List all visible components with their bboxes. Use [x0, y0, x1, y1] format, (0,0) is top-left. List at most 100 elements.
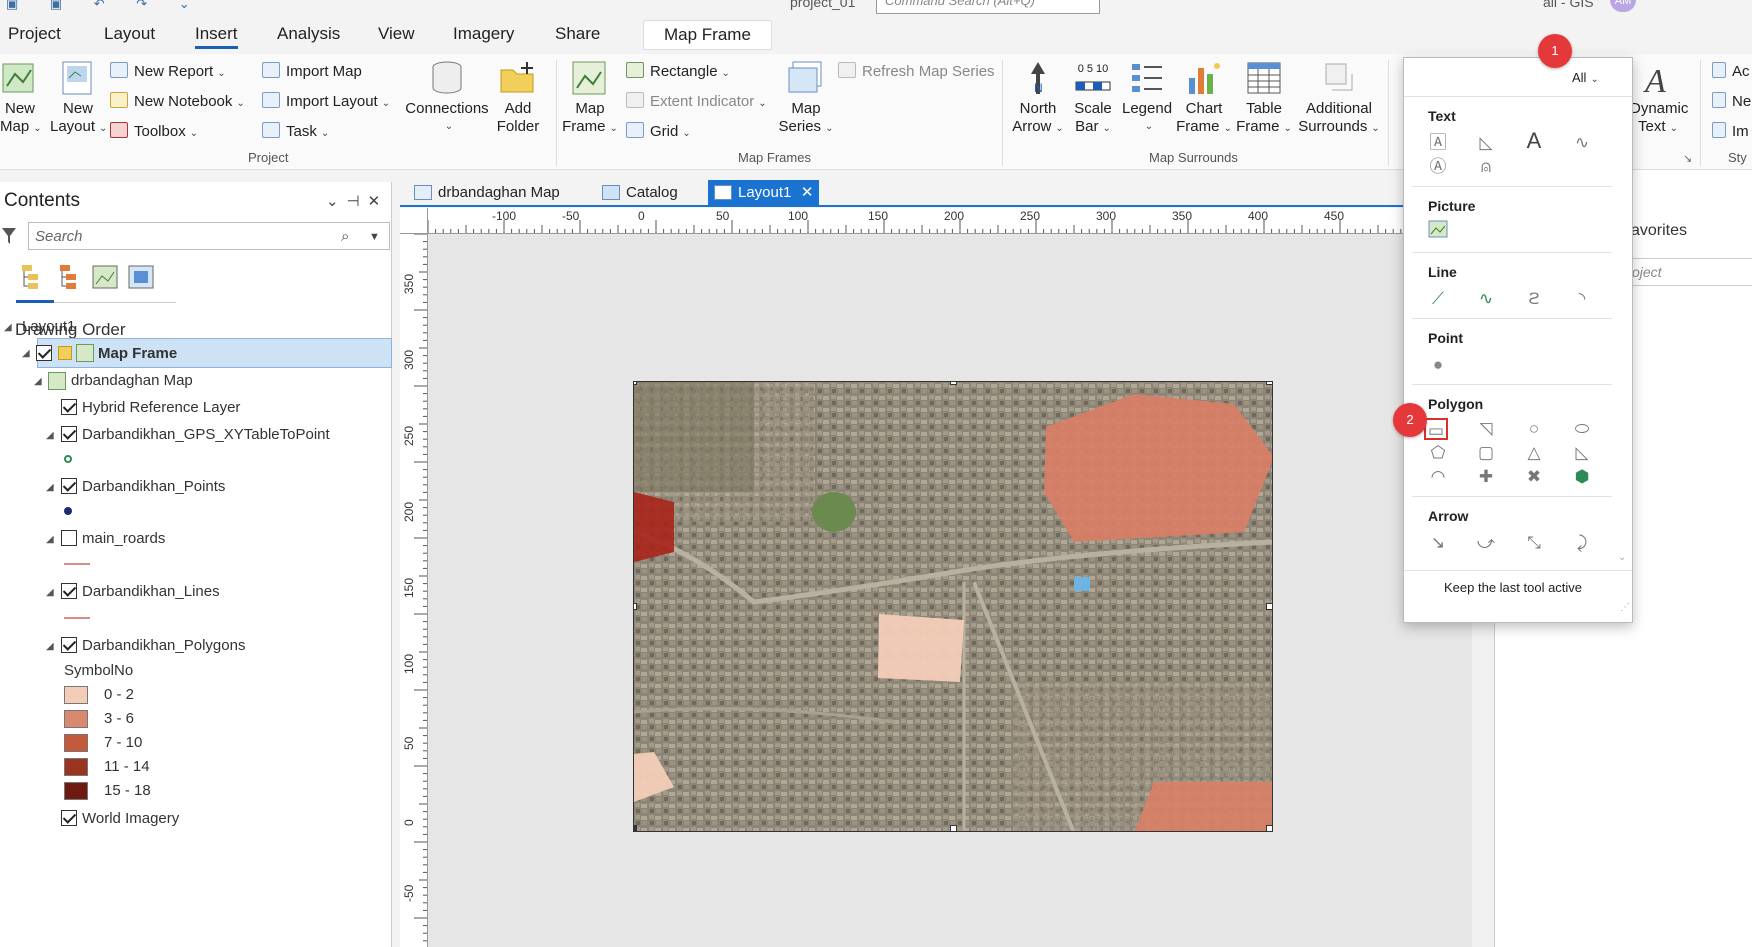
- layer-world-imagery[interactable]: World Imagery: [82, 810, 179, 827]
- expand-icon[interactable]: ◢: [4, 322, 12, 333]
- expand-icon[interactable]: ◢: [34, 376, 42, 387]
- command-search-input[interactable]: Command Search (Alt+Q): [876, 0, 1100, 14]
- splined-text-icon[interactable]: ⍝: [1474, 156, 1498, 178]
- add-folder-button[interactable]: Add Folder: [494, 60, 542, 136]
- straight-text-icon[interactable]: A: [1522, 130, 1546, 152]
- resize-handle[interactable]: [1266, 825, 1272, 831]
- layer-hybrid-reference[interactable]: Hybrid Reference Layer: [82, 399, 240, 416]
- map-frame-button[interactable]: Map Frame ⌄: [562, 60, 618, 138]
- class-swatch[interactable]: [64, 782, 88, 800]
- close-icon[interactable]: ✕: [801, 180, 814, 206]
- chevron-down-icon[interactable]: ▼: [369, 231, 380, 243]
- extent-indicator-button[interactable]: Extent Indicator ⌄: [626, 92, 767, 110]
- rectangle-polygon-icon[interactable]: ▭: [1424, 418, 1448, 440]
- additional-surrounds-button[interactable]: Additional Surrounds ⌄: [1296, 60, 1382, 138]
- expand-icon[interactable]: ◢: [46, 430, 54, 441]
- tab-share[interactable]: Share: [555, 24, 600, 44]
- doc-tab-map[interactable]: drbandaghan Map: [408, 180, 560, 206]
- avatar[interactable]: AM: [1610, 0, 1636, 12]
- ribbon-right-item-2[interactable]: Ne: [1712, 92, 1751, 110]
- straight-arrow-icon[interactable]: ↘: [1426, 532, 1450, 554]
- tab-insert[interactable]: Insert: [195, 24, 238, 49]
- expand-icon[interactable]: ◢: [46, 534, 54, 545]
- new-notebook-button[interactable]: New Notebook ⌄: [110, 92, 245, 110]
- tab-analysis[interactable]: Analysis: [277, 24, 340, 44]
- map-frame[interactable]: [633, 381, 1273, 832]
- refresh-map-series-button[interactable]: Refresh Map Series: [838, 62, 995, 80]
- doc-tab-layout1[interactable]: Layout1 ✕: [708, 180, 820, 206]
- resize-handle[interactable]: [1266, 382, 1272, 385]
- lasso-polygon-icon[interactable]: ⬠: [1426, 442, 1450, 464]
- table-frame-button[interactable]: Table Frame ⌄: [1236, 60, 1292, 138]
- layer-checkbox[interactable]: [61, 530, 77, 546]
- resize-handle[interactable]: [634, 603, 637, 610]
- expand-icon[interactable]: ◢: [46, 587, 54, 598]
- list-by-editing-icon[interactable]: [126, 262, 156, 292]
- catalog-search-input[interactable]: oject: [1625, 258, 1752, 286]
- cross-icon[interactable]: ✚: [1474, 466, 1498, 488]
- point-icon[interactable]: ●: [1426, 354, 1450, 376]
- list-by-selection-icon[interactable]: [90, 262, 120, 292]
- picture-icon[interactable]: [1426, 220, 1450, 242]
- map-series-button[interactable]: Map Series ⌄: [776, 60, 836, 138]
- layer-polygons[interactable]: Darbandikhan_Polygons: [82, 637, 245, 654]
- scroll-down-icon[interactable]: ⌄: [1618, 552, 1626, 563]
- filter-icon[interactable]: [2, 228, 16, 244]
- x-shape-icon[interactable]: ✖: [1522, 466, 1546, 488]
- tree-item-layout[interactable]: Layout1: [22, 318, 75, 335]
- keep-last-tool-active-toggle[interactable]: Keep the last tool active: [1444, 580, 1582, 595]
- search-icon[interactable]: ⌕: [341, 228, 349, 245]
- contents-search-input[interactable]: Search ⌕ ▼: [28, 222, 390, 250]
- layer-points[interactable]: Darbandikhan_Points: [82, 478, 225, 495]
- drawing-order-icon[interactable]: [18, 262, 48, 292]
- new-report-button[interactable]: New Report ⌄: [110, 62, 226, 80]
- resize-handle[interactable]: [950, 382, 957, 385]
- quick-access-toolbar[interactable]: ▣ ▣ ↶ ↷ ⌄: [6, 0, 204, 12]
- half-circle-icon[interactable]: ◠: [1426, 466, 1450, 488]
- tab-imagery[interactable]: Imagery: [453, 24, 514, 44]
- new-layout-button[interactable]: New Layout ⌄: [50, 60, 107, 138]
- double-arrow-icon[interactable]: ⤡: [1522, 532, 1546, 554]
- resize-handle[interactable]: [1266, 603, 1272, 610]
- polyline-icon[interactable]: ⟋: [1426, 288, 1450, 310]
- list-by-source-icon[interactable]: [56, 262, 86, 292]
- freehand-line-icon[interactable]: ϩ: [1522, 288, 1546, 310]
- ellipse-polygon-icon[interactable]: ⬭: [1570, 418, 1594, 440]
- resize-grip-icon[interactable]: ⋰: [1620, 602, 1630, 613]
- circle-text-icon[interactable]: Ⓐ: [1426, 156, 1450, 178]
- curved-text-icon[interactable]: ∿: [1570, 132, 1594, 154]
- new-map-button[interactable]: New Map ⌄: [0, 60, 42, 138]
- layer-main-roads[interactable]: main_roards: [82, 530, 165, 547]
- scale-bar-button[interactable]: 0 5 10 Scale Bar ⌄: [1068, 60, 1118, 138]
- tab-view[interactable]: View: [378, 24, 415, 44]
- toolbox-button[interactable]: Toolbox ⌄: [110, 122, 198, 140]
- ribbon-right-item-3[interactable]: Im: [1712, 122, 1749, 140]
- layer-checkbox[interactable]: [61, 583, 77, 599]
- gallery-filter-dropdown[interactable]: All ⌄: [1572, 70, 1599, 85]
- class-swatch[interactable]: [64, 758, 88, 776]
- lock-icon[interactable]: [58, 346, 72, 360]
- layer-checkbox[interactable]: [61, 810, 77, 826]
- expand-icon[interactable]: ◢: [46, 482, 54, 493]
- class-swatch[interactable]: [64, 686, 88, 704]
- chart-frame-button[interactable]: Chart Frame ⌄: [1176, 60, 1232, 138]
- freehand-arrow-icon[interactable]: ⤸: [1570, 532, 1594, 554]
- tab-project[interactable]: Project: [8, 24, 61, 44]
- arc-line-icon[interactable]: ◝: [1570, 288, 1594, 310]
- curved-arrow-icon[interactable]: ⤻: [1474, 532, 1498, 554]
- layer-gps-points[interactable]: Darbandikhan_GPS_XYTableToPoint: [82, 426, 330, 443]
- doc-tab-catalog[interactable]: Catalog: [596, 180, 678, 206]
- dialog-launcher-icon[interactable]: ↘: [1683, 152, 1692, 165]
- layer-checkbox[interactable]: [61, 478, 77, 494]
- layer-checkbox[interactable]: [61, 399, 77, 415]
- legend-button[interactable]: Legend ⌄: [1122, 60, 1172, 136]
- expand-icon[interactable]: ◢: [46, 641, 54, 652]
- tree-item-map-frame[interactable]: Map Frame: [98, 345, 177, 362]
- connections-button[interactable]: Connections ⌄: [404, 60, 490, 136]
- bezier-line-icon[interactable]: ∿: [1474, 288, 1498, 310]
- grid-button[interactable]: Grid ⌄: [626, 122, 691, 140]
- resize-handle[interactable]: [634, 825, 637, 831]
- resize-handle[interactable]: [634, 382, 637, 385]
- north-arrow-button[interactable]: N North Arrow ⌄: [1010, 60, 1066, 138]
- tree-item-map[interactable]: drbandaghan Map: [71, 372, 193, 389]
